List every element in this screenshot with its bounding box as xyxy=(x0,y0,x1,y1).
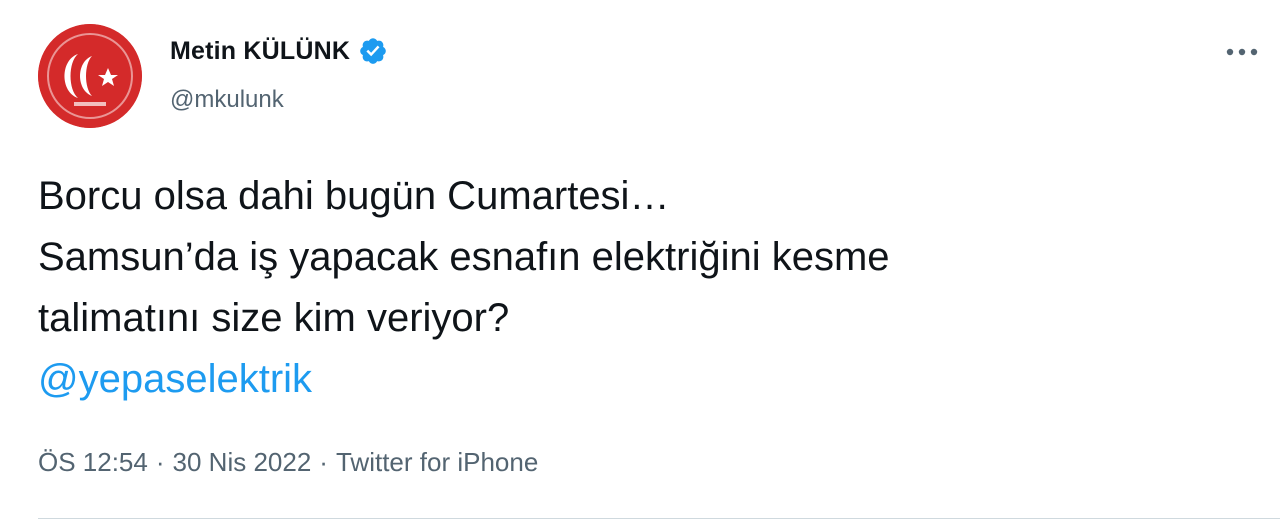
mention-link[interactable]: @yepaselektrik xyxy=(38,357,312,401)
meta-separator: · xyxy=(155,447,165,477)
tweet-text-line: Borcu olsa dahi bugün Cumartesi… xyxy=(38,174,670,218)
tweet-source[interactable]: Twitter for iPhone xyxy=(336,447,538,478)
author-handle[interactable]: @mkulunk xyxy=(170,86,284,114)
more-options-icon xyxy=(1226,48,1258,56)
tweet-text-line: talimatını size kim veriyor? xyxy=(38,296,510,340)
author-name-row[interactable]: Metin KÜLÜNK xyxy=(170,36,388,66)
verified-badge-icon xyxy=(360,38,386,64)
meta-separator: · xyxy=(319,447,328,477)
avatar[interactable] xyxy=(38,24,142,128)
tweet-metadata: ÖS 12:54 · 30 Nis 2022 · Twitter for iPh… xyxy=(38,447,538,478)
divider xyxy=(38,518,1280,519)
tweet-text-line: Samsun’da iş yapacak esnafın elektriğini… xyxy=(38,235,890,279)
tweet-date[interactable]: 30 Nis 2022 xyxy=(173,447,312,478)
tweet-text: Borcu olsa dahi bugün Cumartesi… Samsun’… xyxy=(38,166,1238,410)
tweet-card: Metin KÜLÜNK @mkulunk Borcu olsa dahi bu… xyxy=(0,0,1280,525)
tweet-time[interactable]: ÖS 12:54 xyxy=(38,447,148,478)
crescent-star-logo xyxy=(38,24,142,128)
author-display-name[interactable]: Metin KÜLÜNK xyxy=(170,37,350,66)
more-options-button[interactable] xyxy=(1222,36,1262,68)
